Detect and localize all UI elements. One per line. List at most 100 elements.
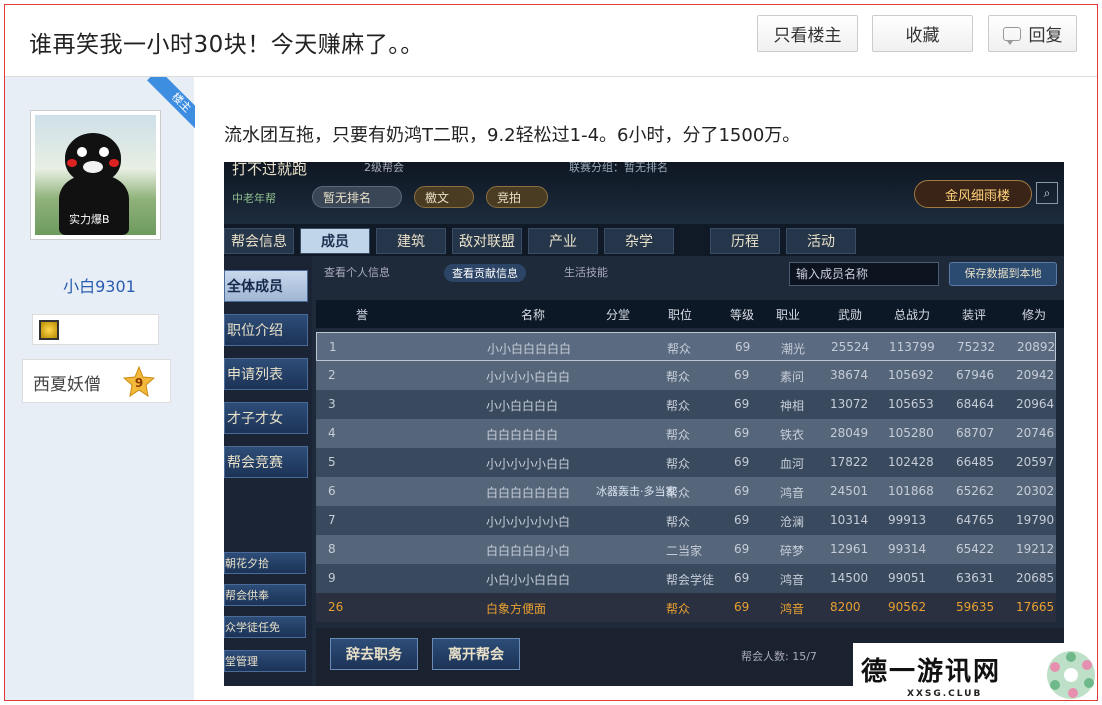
table-cell: 101868 (888, 484, 934, 498)
table-cell: 7 (328, 513, 336, 527)
game-table-header: 誉 名称 分堂 职位 等级 职业 武勋 总战力 装评 修为 (316, 300, 1064, 328)
table-cell: 105692 (888, 368, 934, 382)
column-header: 职位 (668, 308, 693, 322)
game-tab: 建筑 (376, 228, 446, 254)
table-cell: 67946 (956, 368, 995, 382)
column-header: 分堂 (606, 308, 631, 322)
avatar-image: 实力爆B (35, 115, 156, 235)
game-submenu-item: 众学徒任免 (224, 616, 306, 638)
table-cell: 20685 (1016, 571, 1055, 585)
table-cell: 63631 (956, 571, 995, 585)
game-guild-tag: 中老年帮 (232, 192, 276, 205)
table-cell: 14500 (830, 571, 869, 585)
table-row: 1 小小白白白白白 帮众 69 潮光 25524 113799 75232 20892 (316, 332, 1056, 361)
table-cell: 帮众 (666, 457, 691, 471)
game-rank-pill: 暂无排名 (312, 186, 402, 208)
table-cell: 帮会学徒 (666, 573, 715, 587)
table-cell: 105280 (888, 426, 934, 440)
game-menu-item: 帮会竞赛 (224, 446, 308, 478)
game-filter: 查看个人信息 (324, 266, 390, 279)
author-sidebar: 楼主 实力爆B 小白9301 西夏妖僧 9 (5, 77, 195, 700)
rank-title: 西夏妖僧 (33, 375, 101, 395)
table-cell: 8 (328, 542, 336, 556)
table-cell: 17822 (830, 455, 869, 469)
table-cell: 小小小小小白白 (486, 457, 571, 471)
table-cell: 8200 (830, 600, 861, 614)
table-cell: 鸿音 (780, 602, 805, 616)
game-tab: 产业 (528, 228, 598, 254)
table-cell: 20942 (1016, 368, 1055, 382)
game-search-icon: ⌕ (1036, 182, 1058, 204)
table-cell: 鸿音 (780, 573, 805, 587)
game-menu-item: 申请列表 (224, 358, 308, 390)
game-server-name: 金风细雨楼 (914, 180, 1032, 208)
table-cell: 69 (734, 455, 750, 469)
table-cell: 17665 (1016, 600, 1055, 614)
table-cell: 90562 (888, 600, 927, 614)
table-cell: 64765 (956, 513, 995, 527)
avatar[interactable]: 实力爆B (30, 110, 161, 240)
reply-button[interactable]: 回复 (988, 15, 1077, 52)
table-cell: 帮众 (666, 602, 691, 616)
game-guild-title: 打不过就跑 (232, 162, 308, 178)
game-leave-button: 离开帮会 (432, 638, 520, 670)
column-header: 总战力 (894, 308, 931, 322)
table-cell: 28049 (830, 426, 869, 440)
game-auction-pill: 竞拍 (486, 186, 548, 208)
game-league-note: 联赛分组：暂无排名 (569, 162, 668, 174)
table-cell: 神相 (780, 399, 805, 413)
username-link[interactable]: 小白9301 (5, 273, 194, 297)
table-cell: 19212 (1016, 542, 1055, 556)
watermark-title: 德一游讯网 (861, 657, 1002, 687)
table-cell: 113799 (889, 340, 935, 354)
table-cell: 小白小小白白白 (486, 573, 571, 587)
column-header: 等级 (730, 308, 755, 322)
table-row: 2 小小小小白白白 帮众 69 素问 38674 105692 67946 20942 (316, 361, 1056, 390)
table-cell: 6 (328, 484, 336, 498)
column-header: 武勋 (838, 308, 863, 322)
table-cell: 24501 (830, 484, 869, 498)
table-cell: 69 (734, 571, 750, 585)
table-cell: 小小白白白白白 (487, 342, 572, 356)
table-cell: 小小小小白白白 (486, 370, 571, 384)
table-cell: 1 (329, 340, 337, 354)
table-cell: 69 (734, 600, 750, 614)
table-cell: 59635 (956, 600, 995, 614)
table-row: 6 白白白白白白白 帮众 69 鸿音 24501 101868 65262 20302 (316, 477, 1056, 506)
column-header: 职业 (776, 308, 801, 322)
table-cell: 10314 (830, 513, 869, 527)
table-cell: 碎梦 (780, 544, 805, 558)
game-topbar: 打不过就跑 2级帮会 联赛分组：暂无排名 中老年帮 暂无排名 檄文 竞拍 金风细… (224, 162, 1064, 224)
table-cell: 105653 (888, 397, 934, 411)
table-cell: 69 (734, 513, 750, 527)
table-cell: 白白白白白白白 (486, 486, 571, 500)
table-cell: 5 (328, 455, 336, 469)
medal-box (32, 314, 159, 345)
rank-level: 9 (135, 376, 143, 390)
table-cell: 69 (735, 340, 751, 354)
reply-label: 回复 (1028, 26, 1063, 46)
game-menu-item: 职位介绍 (224, 314, 308, 346)
table-row: 9 小白小小白白白 帮会学徒 69 鸿音 14500 99051 63631 20685 (316, 564, 1056, 593)
rank-star-icon: 9 (123, 366, 155, 398)
game-tab: 帮会信息 (224, 228, 294, 254)
favorite-button[interactable]: 收藏 (872, 15, 973, 52)
game-filter-selected: 查看贡献信息 (444, 264, 526, 282)
owner-only-button[interactable]: 只看楼主 (757, 15, 858, 52)
table-cell: 20746 (1016, 426, 1055, 440)
game-member-search: 输入成员名称 (789, 262, 939, 286)
table-cell: 68464 (956, 397, 995, 411)
table-cell: 沧澜 (780, 515, 805, 529)
game-left-menu: 全体成员 职位介绍 申请列表 才子才女 帮会竞赛 朝花夕拾 帮会供奉 众学徒任免… (224, 256, 312, 686)
game-edict-pill: 檄文 (414, 186, 474, 208)
table-cell: 小小白白白白 (486, 399, 559, 413)
post-text: 流水团互拖，只要有奶鸿T二职，9.2轻松过1-4。6小时，分了1500万。 (224, 125, 801, 146)
table-cell: 13072 (830, 397, 869, 411)
table-cell: 白白白白白小白 (486, 544, 571, 558)
table-cell: 4 (328, 426, 336, 440)
table-cell: 99913 (888, 513, 927, 527)
game-tab: 成员 (300, 228, 370, 254)
column-header: 修为 (1022, 308, 1047, 322)
watermark-logo-icon (1047, 651, 1095, 699)
table-row: 5 小小小小小白白 帮众 69 血河 17822 102428 66485 20597 (316, 448, 1056, 477)
